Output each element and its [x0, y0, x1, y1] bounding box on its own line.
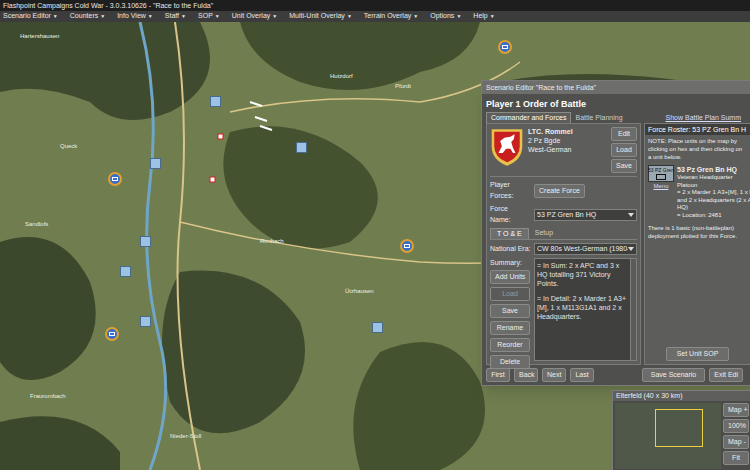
title-bar: Flashpoint Campaigns Cold War - 3.0.3.10… — [0, 0, 750, 11]
menu-item[interactable]: Help▼ — [473, 11, 494, 22]
dropdown-arrow-icon — [628, 247, 634, 251]
force-name-label: Force Name: — [490, 204, 530, 225]
force-name-dropdown[interactable]: 53 PZ Gren Bn HQ — [534, 209, 637, 221]
shield-logo-icon — [490, 127, 524, 167]
unit-button[interactable]: Load — [490, 287, 530, 301]
town-label: Pfordt — [395, 82, 411, 91]
era-label: National Era: — [490, 244, 530, 255]
dialog-title-bar: Scenario Editor "Race to the Fulda" — [482, 81, 750, 94]
minimap-button[interactable]: Map + — [723, 403, 749, 417]
minimap-title: Elterfeld (40 x 30 km) — [613, 391, 750, 401]
subtab[interactable]: T O & E — [490, 228, 529, 239]
menu-item[interactable]: Staff▼ — [165, 11, 186, 22]
minimap: Elterfeld (40 x 30 km) Map + 100% Map - Fit — [612, 390, 750, 470]
commander-button[interactable]: Load — [611, 143, 637, 157]
nav-button[interactable]: Last — [570, 368, 594, 382]
unit-menu-link[interactable]: Menu — [653, 182, 668, 191]
town-label: Hartershausen — [20, 32, 59, 41]
unit-counter[interactable] — [498, 40, 512, 54]
minimap-button[interactable]: Map - — [723, 435, 749, 449]
set-unit-sop-button[interactable]: Set Unit SOP — [666, 347, 730, 361]
unit-button[interactable]: Add Units — [490, 270, 530, 284]
tab[interactable]: Battle Planning — [571, 113, 626, 123]
unit-counter[interactable] — [400, 239, 414, 253]
menu-item[interactable]: Scenario Editor▼ — [3, 11, 58, 22]
hex-marker[interactable] — [296, 142, 307, 153]
nav-button[interactable]: Next — [542, 368, 566, 382]
unit-detail: = 2 x Marder 1 A3+[M], 1 x M — [677, 189, 746, 197]
dropdown-arrow-icon — [628, 213, 634, 217]
force-roster-panel: Force Roster: 53 PZ Gren Bn HNOTE: Place… — [644, 123, 750, 365]
commander-name: LTC. Rommel — [528, 127, 607, 136]
minimap-view[interactable] — [615, 403, 721, 469]
hex-marker[interactable] — [150, 158, 161, 169]
hex-marker[interactable] — [140, 316, 151, 327]
deploy-note: There is 1 basic (non-battleplan) deploy… — [645, 221, 750, 240]
commander-button[interactable]: Save — [611, 159, 637, 173]
unit-quality: Veteran Headquarter Platoon — [677, 174, 746, 189]
unit-detail: HQ) — [677, 204, 746, 212]
player-forces-label: Player Forces: — [490, 180, 530, 201]
dialog-footer: First Back Next Last Save ScenarioExit Edi — [486, 365, 750, 382]
tab[interactable]: Commander and Forces — [486, 112, 571, 123]
scrollbar[interactable] — [630, 259, 636, 360]
roster-note: NOTE: Place units on the map by clicking… — [645, 135, 750, 163]
unit-button[interactable]: Delete — [490, 355, 530, 369]
hex-marker[interactable] — [210, 96, 221, 107]
minimap-button[interactable]: Fit — [723, 451, 749, 465]
unit-button[interactable]: Save — [490, 304, 530, 318]
summary-label: Summary: — [490, 258, 530, 267]
nav-button[interactable]: First — [486, 368, 510, 382]
nav-button[interactable]: Back — [514, 368, 538, 382]
dialog-heading: Player 1 Order of Battle — [486, 98, 750, 110]
unit-button[interactable]: Rename — [490, 321, 530, 335]
summary-box[interactable]: = In Sum: 2 x APC and 3 x HQ totalling 3… — [534, 258, 637, 361]
unit-button[interactable]: Reorder — [490, 338, 530, 352]
exit-editor-button[interactable]: Exit Edi — [709, 368, 743, 382]
minimap-button[interactable]: 100% — [723, 419, 749, 433]
menu-item[interactable]: Terrain Overlay▼ — [364, 11, 418, 22]
commander-nation: West-German — [528, 145, 607, 154]
unit-name: 53 Pz Gren Bn HQ — [677, 165, 746, 174]
scenario-editor-dialog: Scenario Editor "Race to the Fulda" Playe… — [481, 80, 750, 386]
subtab[interactable]: Setup — [529, 228, 559, 239]
menu-item[interactable]: Info View▼ — [117, 11, 153, 22]
town-label: Ützhausen — [345, 287, 374, 296]
unit-counter[interactable] — [108, 172, 122, 186]
town-label: Nieder-Stoll — [170, 432, 201, 441]
unit-card[interactable]: 53 PZ GrenMenu 53 Pz Gren Bn HQVeteran He… — [645, 163, 750, 221]
menu-item[interactable]: Multi-Unit Overlay▼ — [289, 11, 352, 22]
unit-detail: and 2 x Headquarters (2 x APC — [677, 197, 746, 205]
hex-marker[interactable] — [140, 236, 151, 247]
town-label: Queck — [60, 142, 77, 151]
hex-marker[interactable] — [372, 322, 383, 333]
create-force-button[interactable]: Create Force — [534, 184, 585, 198]
summary-line: = In Sum: 2 x APC and 3 x HQ totalling 3… — [537, 261, 628, 288]
roster-title: Force Roster: 53 PZ Gren Bn H — [645, 124, 750, 135]
unit-detail: = Location: 2481 — [677, 212, 746, 220]
save-scenario-button[interactable]: Save Scenario — [642, 368, 706, 382]
summary-line: = In Detail: 2 x Marder 1 A3+[M], 1 x M1… — [537, 294, 628, 321]
era-dropdown[interactable]: CW 80s West-German (1980-1989) — [534, 243, 637, 255]
app-window: Flashpoint Campaigns Cold War - 3.0.3.10… — [0, 0, 750, 470]
unit-counter[interactable] — [105, 327, 119, 341]
commander-panel: LTC. Rommel2 Pz BgdeWest-German Edit Load S… — [486, 123, 641, 365]
menu-item[interactable]: SOP▼ — [198, 11, 220, 22]
menu-bar: Scenario Editor▼ Counters▼ Info View▼ Staff… — [0, 11, 750, 22]
unit-icon[interactable]: 53 PZ Gren — [648, 165, 674, 182]
map-area[interactable]: Hartershausen Queck Sandlofs Hutzdorf Pfordt… — [0, 22, 750, 470]
hex-marker[interactable] — [120, 266, 131, 277]
commander-unit: 2 Pz Bgde — [528, 136, 607, 145]
town-label: Hutzdorf — [330, 72, 353, 81]
town-label: Fraurombach — [30, 392, 66, 401]
menu-item[interactable]: Options▼ — [430, 11, 461, 22]
town-label: Sandlofs — [25, 220, 48, 229]
menu-item[interactable]: Counters▼ — [70, 11, 105, 22]
menu-item[interactable]: Unit Overlay▼ — [232, 11, 277, 22]
battle-plan-summary-link[interactable]: Show Battle Plan Summ — [666, 113, 741, 123]
commander-button[interactable]: Edit — [611, 127, 637, 141]
town-label: Rimbach — [260, 237, 284, 246]
